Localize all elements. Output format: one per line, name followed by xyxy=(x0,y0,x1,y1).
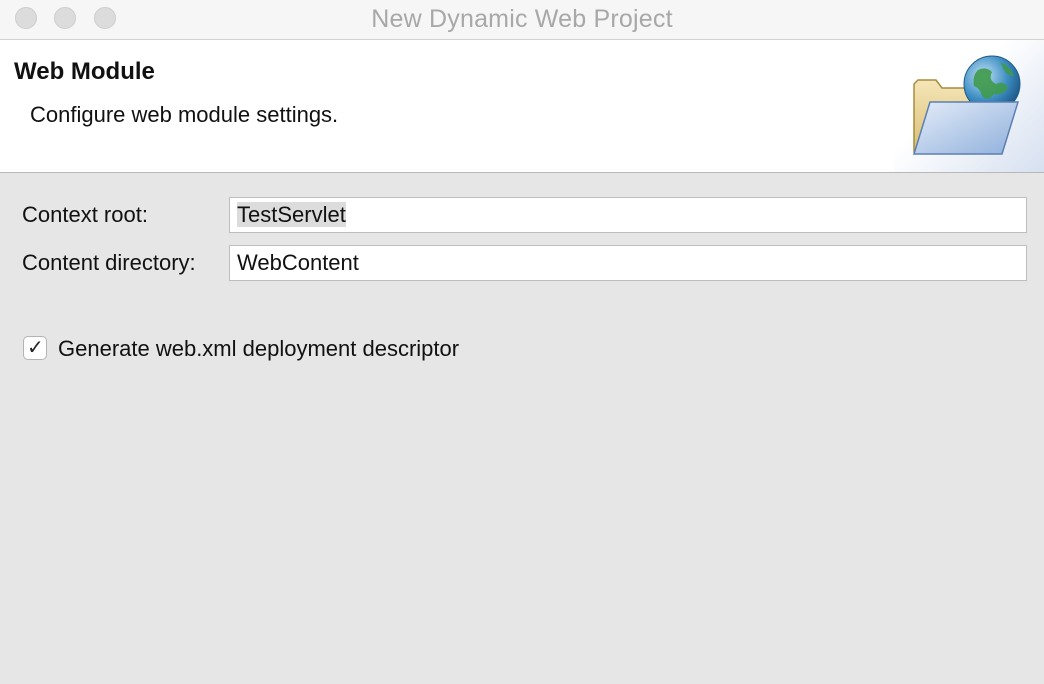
title-bar: New Dynamic Web Project xyxy=(0,0,1044,40)
context-root-input[interactable]: TestServlet xyxy=(229,197,1027,233)
content-directory-input[interactable]: WebContent xyxy=(229,245,1027,281)
wizard-banner: Web Module Configure web module settings… xyxy=(0,40,1044,173)
checkmark-icon: ✓ xyxy=(27,335,44,359)
generate-descriptor-checkbox[interactable]: ✓ xyxy=(23,335,47,360)
page-title: Web Module xyxy=(14,58,155,85)
context-root-label: Context root: xyxy=(22,202,148,227)
page-description: Configure web module settings. xyxy=(30,102,339,127)
content-directory-label: Content directory: xyxy=(22,250,196,275)
folder-globe-icon xyxy=(912,55,1021,155)
dialog-window: New Dynamic Web Project Web Module Confi… xyxy=(0,0,1044,684)
context-root-value: TestServlet xyxy=(237,202,346,227)
generate-descriptor-label[interactable]: Generate web.xml deployment descriptor xyxy=(58,336,459,362)
window-title: New Dynamic Web Project xyxy=(371,5,673,33)
